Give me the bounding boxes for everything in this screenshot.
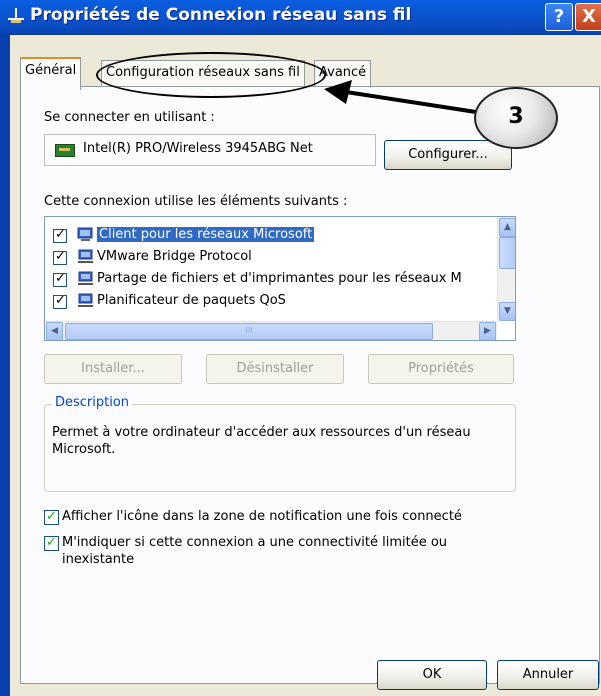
properties-dialog: Propriétés de Connexion réseau sans fil …: [0, 0, 601, 696]
callout-number: 3: [474, 87, 558, 149]
